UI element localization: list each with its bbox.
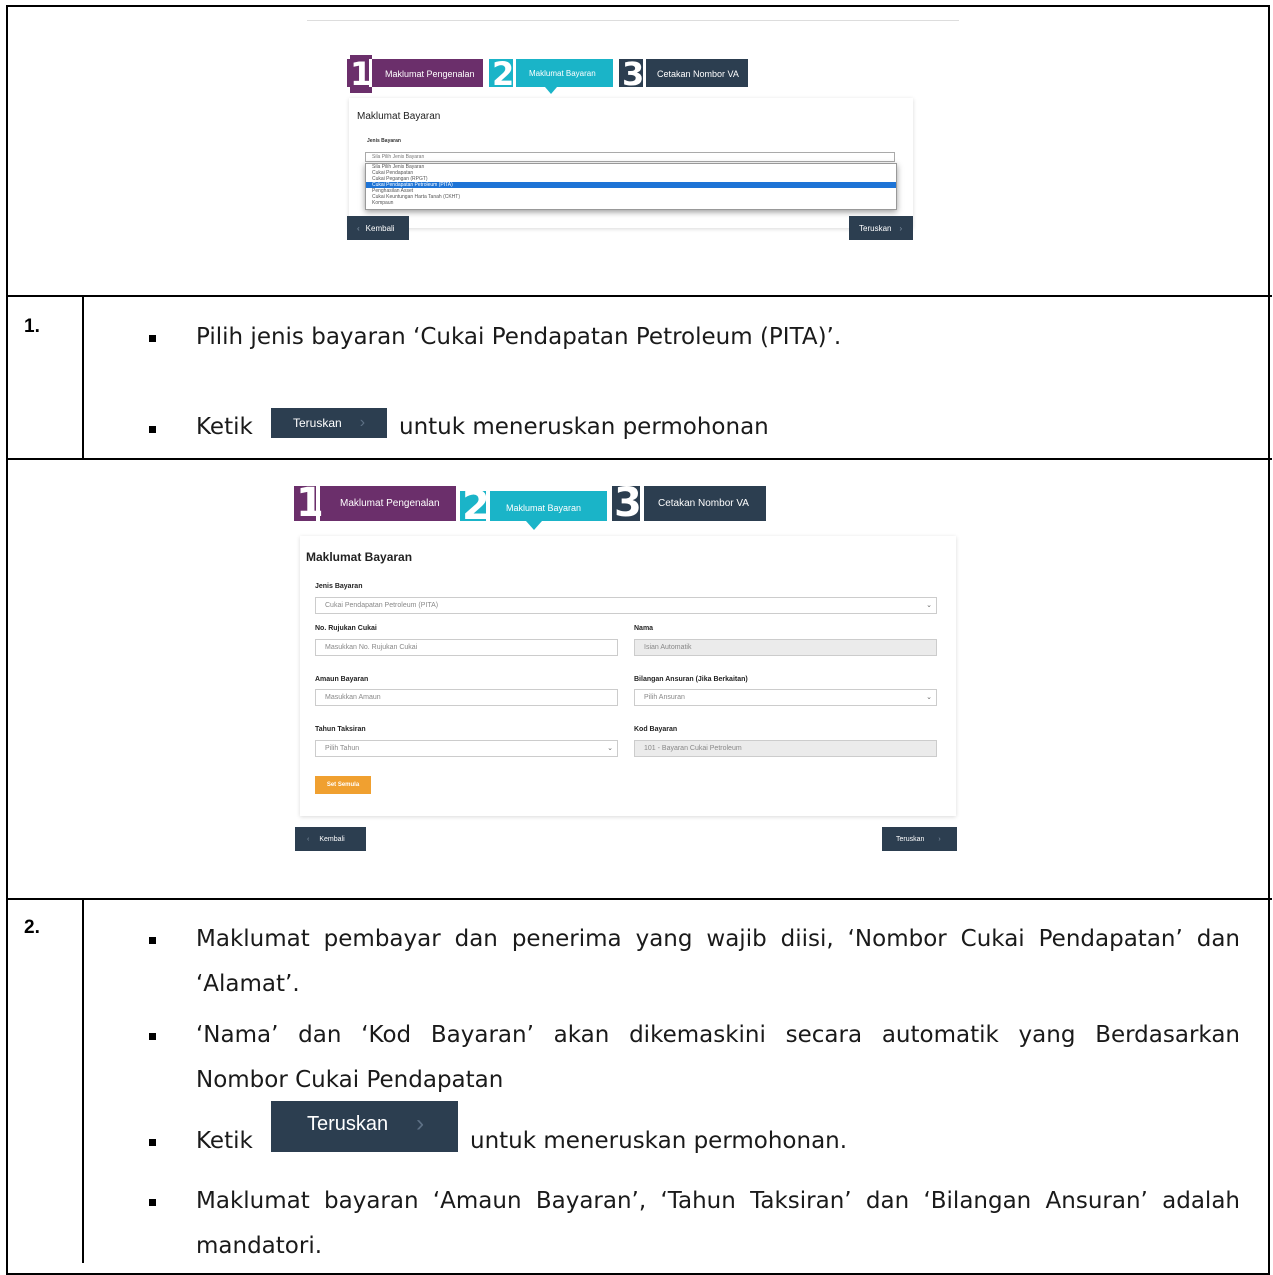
- screenshot-payment-form: 1 Maklumat Pengenalan 2 Maklumat Bayaran…: [294, 480, 958, 856]
- instruction-text: Ketik: [196, 1128, 253, 1154]
- row-divider: [6, 458, 1272, 460]
- bullet-icon: [149, 937, 156, 944]
- bullet-icon: [149, 1139, 156, 1146]
- dropdown-option[interactable]: Kompaun: [366, 200, 896, 206]
- chevron-right-icon: ›: [938, 835, 941, 843]
- field-label: Jenis Bayaran: [367, 138, 401, 144]
- chevron-right-icon: ›: [359, 414, 366, 431]
- back-button[interactable]: ‹ Kembali: [347, 216, 409, 240]
- step-2: 2 Maklumat Bayaran: [460, 483, 607, 530]
- field-label: Jenis Bayaran: [315, 583, 363, 590]
- instruction-text: ‘Nama’ dan ‘Kod Bayaran’ akan dikemaskin…: [196, 1022, 1240, 1048]
- assessment-year-select[interactable]: Pilih Tahun ⌄: [315, 740, 618, 757]
- inline-next-button-image: Teruskan ›: [271, 408, 387, 438]
- panel-title: Maklumat Bayaran: [306, 550, 413, 564]
- reset-button[interactable]: Set Semula: [315, 776, 371, 794]
- bullet-icon: [149, 426, 156, 433]
- payment-code-field: 101 - Bayaran Cukai Petroleum: [634, 740, 937, 757]
- step-label: Maklumat Pengenalan: [340, 498, 440, 509]
- step-1: 1 Maklumat Pengenalan: [294, 480, 456, 526]
- step-label: Maklumat Bayaran: [529, 69, 596, 78]
- chevron-down-icon: ⌄: [926, 602, 932, 609]
- field-label: Nama: [634, 625, 654, 632]
- column-divider: [82, 899, 84, 1263]
- field-label: No. Rujukan Cukai: [315, 625, 377, 632]
- column-divider: [82, 296, 84, 459]
- next-button[interactable]: Teruskan ›: [849, 216, 913, 240]
- step-label: Maklumat Pengenalan: [385, 69, 475, 79]
- name-field: Isian Automatik: [634, 639, 937, 656]
- bullet-icon: [149, 335, 156, 342]
- payment-panel: [300, 536, 956, 816]
- row-divider: [6, 898, 1272, 900]
- row-divider: [6, 295, 1272, 297]
- payment-type-select[interactable]: Sila Pilih Jenis Bayaran: [365, 152, 895, 162]
- chevron-left-icon: ‹: [357, 223, 360, 233]
- step-number: 3: [614, 480, 642, 526]
- instruction-text: untuk meneruskan permohonan.: [470, 1128, 848, 1154]
- step-2: 2 Maklumat Bayaran: [489, 55, 613, 94]
- bullet-icon: [149, 1033, 156, 1040]
- instruction-text: Maklumat bayaran ‘Amaun Bayaran’, ‘Tahun…: [196, 1188, 1240, 1214]
- payment-type-options: Sila Pilih Jenis Bayaran Cukai Pendapata…: [365, 163, 897, 210]
- step-label: Maklumat Bayaran: [506, 503, 582, 513]
- instruction-text: Maklumat pembayar dan penerima yang waji…: [196, 926, 1240, 952]
- step-number-2: 2.: [24, 917, 40, 938]
- chevron-right-icon: ›: [899, 223, 903, 233]
- chevron-right-icon: ›: [416, 1110, 425, 1137]
- inline-next-button-image: Teruskan ›: [271, 1101, 458, 1152]
- instruction-text: mandatori.: [196, 1233, 323, 1259]
- step-label: Cetakan Nombor VA: [658, 498, 749, 509]
- instruction-text: Ketik: [196, 414, 253, 440]
- amount-input[interactable]: Masukkan Amaun: [315, 689, 618, 706]
- chevron-left-icon: ‹: [307, 835, 310, 843]
- step-3: 3 Cetakan Nombor VA: [612, 480, 766, 526]
- instruction-text: Nombor Cukai Pendapatan: [196, 1067, 504, 1093]
- chevron-down-icon: ⌄: [607, 745, 613, 752]
- bullet-icon: [149, 1199, 156, 1206]
- field-label: Kod Bayaran: [634, 726, 678, 733]
- active-step-pointer: [526, 521, 542, 530]
- tax-reference-input[interactable]: Masukkan No. Rujukan Cukai: [315, 639, 618, 656]
- back-button[interactable]: ‹ Kembali: [295, 827, 366, 851]
- step-number-1: 1.: [24, 316, 40, 337]
- panel-title: Maklumat Bayaran: [357, 111, 441, 122]
- field-label: Bilangan Ansuran (Jika Berkaitan): [634, 676, 748, 683]
- step-label: Cetakan Nombor VA: [657, 69, 739, 79]
- screenshot-payment-type-dropdown: 1 Maklumat Pengenalan 2 Maklumat Bayaran…: [307, 20, 959, 250]
- chevron-down-icon: ⌄: [926, 694, 932, 701]
- field-label: Amaun Bayaran: [315, 676, 369, 683]
- step-number: 3: [622, 55, 645, 93]
- step-3: 3 Cetakan Nombor VA: [619, 55, 748, 93]
- field-label: Tahun Taksiran: [315, 726, 366, 733]
- instruction-text: untuk meneruskan permohonan: [399, 414, 769, 440]
- step-number: 2: [492, 55, 515, 93]
- installment-select[interactable]: Pilih Ansuran ⌄: [634, 689, 937, 706]
- instruction-text: ‘Alamat’.: [196, 971, 300, 997]
- active-step-pointer: [545, 87, 557, 94]
- payment-type-select[interactable]: Cukai Pendapatan Petroleum (PITA) ⌄: [315, 597, 937, 614]
- step-1: 1 Maklumat Pengenalan: [347, 55, 483, 93]
- next-button[interactable]: Teruskan ›: [882, 827, 957, 851]
- instruction-text: Pilih jenis bayaran ‘Cukai Pendapatan Pe…: [196, 324, 842, 350]
